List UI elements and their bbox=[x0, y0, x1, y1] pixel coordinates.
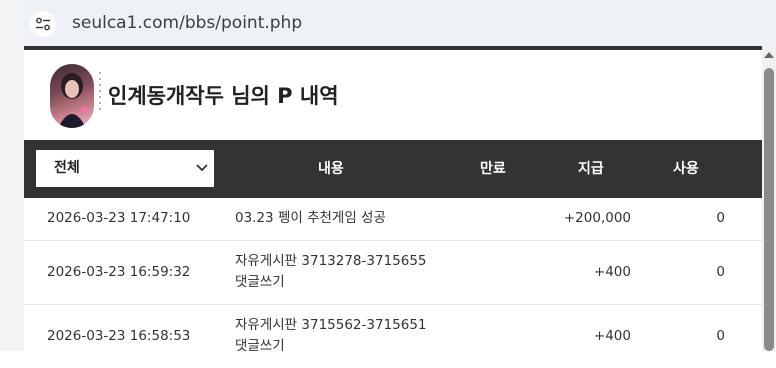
row-give: +200,000 bbox=[563, 210, 631, 226]
filter-selected-value: 전체 bbox=[54, 160, 80, 176]
vertical-scrollbar[interactable] bbox=[762, 46, 776, 351]
table-header: 전체 내용 만료 지급 사용 bbox=[24, 140, 762, 198]
browser-side-strip bbox=[0, 0, 24, 351]
avatar bbox=[50, 64, 94, 128]
row-datetime: 2026-03-23 16:59:32 bbox=[47, 264, 191, 280]
row-content: 03.23 펭이 추천게임 성공 bbox=[235, 210, 386, 226]
browser-window: seulca1.com/bbs/point.php 인계동개작두 님의 P 내역… bbox=[24, 0, 776, 354]
point-table-body: 2026-03-23 17:47:10 03.23 펭이 추천게임 성공 +20… bbox=[24, 198, 762, 368]
scroll-up-arrow-icon[interactable] bbox=[764, 52, 774, 58]
row-give: +400 bbox=[593, 328, 631, 344]
chevron-down-icon bbox=[196, 150, 208, 187]
row-give: +400 bbox=[593, 264, 631, 280]
row-datetime: 2026-03-23 16:58:53 bbox=[47, 328, 191, 344]
site-settings-icon[interactable] bbox=[30, 11, 56, 37]
header-give: 지급 bbox=[578, 161, 604, 177]
page-title: 인계동개작두 님의 P 내역 bbox=[108, 84, 339, 108]
url-text[interactable]: seulca1.com/bbs/point.php bbox=[72, 13, 302, 33]
row-use: 0 bbox=[716, 328, 725, 344]
row-use: 0 bbox=[716, 264, 725, 280]
avatar-divider bbox=[98, 72, 102, 118]
header-expire: 만료 bbox=[480, 161, 506, 177]
header-content: 내용 bbox=[318, 161, 344, 177]
address-bar[interactable]: seulca1.com/bbs/point.php bbox=[24, 0, 776, 46]
scrollbar-thumb[interactable] bbox=[764, 68, 774, 351]
row-content: 자유게시판 3713278-3715655 댓글쓰기 bbox=[235, 253, 427, 290]
table-row: 2026-03-23 16:59:32 자유게시판 3713278-371565… bbox=[24, 241, 762, 305]
table-row: 2026-03-23 16:58:53 자유게시판 3715562-371565… bbox=[24, 305, 762, 368]
row-datetime: 2026-03-23 17:47:10 bbox=[47, 210, 191, 226]
filter-select[interactable]: 전체 bbox=[36, 150, 214, 187]
row-use: 0 bbox=[716, 210, 725, 226]
page-header: 인계동개작두 님의 P 내역 bbox=[24, 50, 762, 140]
table-row: 2026-03-23 17:47:10 03.23 펭이 추천게임 성공 +20… bbox=[24, 198, 762, 241]
header-use: 사용 bbox=[673, 161, 699, 177]
